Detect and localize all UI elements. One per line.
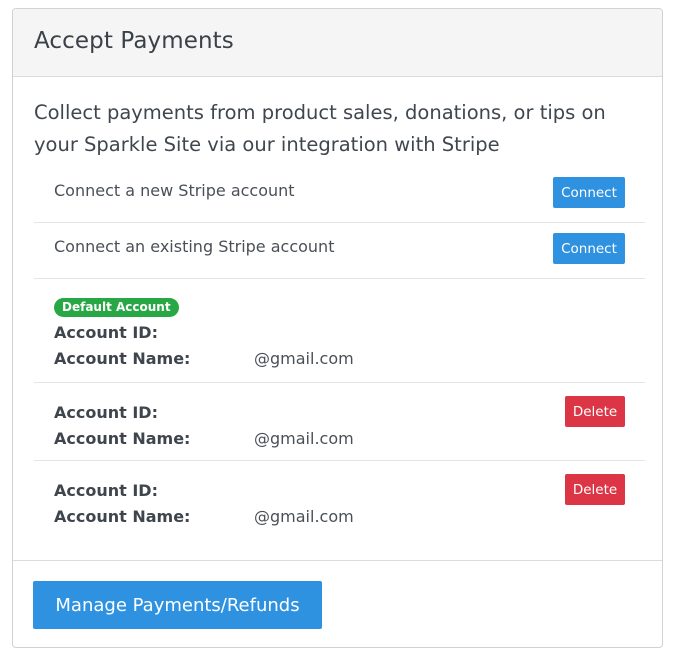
account-id-label: Account ID: bbox=[54, 481, 158, 500]
account-name-label: Account Name: bbox=[54, 349, 191, 368]
default-account-badge: Default Account bbox=[54, 298, 179, 317]
manage-payments-refunds-button[interactable]: Manage Payments/Refunds bbox=[33, 581, 322, 629]
account-name-field: Account Name: @gmail.com bbox=[54, 504, 645, 530]
account-name-field: Account Name: @gmail.com bbox=[54, 426, 645, 452]
account-id-field: Account ID: bbox=[54, 478, 645, 504]
account-name-field: Account Name: @gmail.com bbox=[54, 346, 645, 372]
list-item-account: Account ID: Account Name: @gmail.com Del… bbox=[34, 383, 645, 461]
list-item-connect-new: Connect a new Stripe account Connect bbox=[34, 167, 645, 223]
list-item-account: Account ID: Account Name: @gmail.com Del… bbox=[34, 461, 645, 549]
connect-existing-label: Connect an existing Stripe account bbox=[54, 237, 335, 256]
account-name-value: @gmail.com bbox=[254, 349, 354, 368]
list-item-default-account: Default Account Account ID: Account Name… bbox=[34, 279, 645, 383]
list-item-connect-existing: Connect an existing Stripe account Conne… bbox=[34, 223, 645, 279]
card-body: Collect payments from product sales, don… bbox=[13, 77, 662, 549]
account-name-label: Account Name: bbox=[54, 507, 191, 526]
account-name-label: Account Name: bbox=[54, 429, 191, 448]
card-footer: Manage Payments/Refunds bbox=[13, 560, 662, 647]
account-name-value: @gmail.com bbox=[254, 429, 354, 448]
delete-account-button[interactable]: Delete bbox=[565, 474, 625, 505]
account-name-value: @gmail.com bbox=[254, 507, 354, 526]
connect-existing-button[interactable]: Connect bbox=[553, 233, 625, 264]
card-header: Accept Payments bbox=[13, 9, 662, 77]
stripe-accounts-list: Connect a new Stripe account Connect Con… bbox=[34, 167, 645, 549]
account-id-field: Account ID: bbox=[54, 400, 645, 426]
connect-new-label: Connect a new Stripe account bbox=[54, 181, 295, 200]
account-id-label: Account ID: bbox=[54, 403, 158, 422]
intro-text: Collect payments from product sales, don… bbox=[34, 101, 606, 156]
account-id-label: Account ID: bbox=[54, 323, 158, 342]
delete-account-button[interactable]: Delete bbox=[565, 396, 625, 427]
page-title: Accept Payments bbox=[34, 28, 234, 54]
account-id-field: Account ID: bbox=[54, 320, 645, 346]
accept-payments-card: Accept Payments Collect payments from pr… bbox=[12, 8, 663, 648]
connect-new-button[interactable]: Connect bbox=[553, 177, 625, 208]
